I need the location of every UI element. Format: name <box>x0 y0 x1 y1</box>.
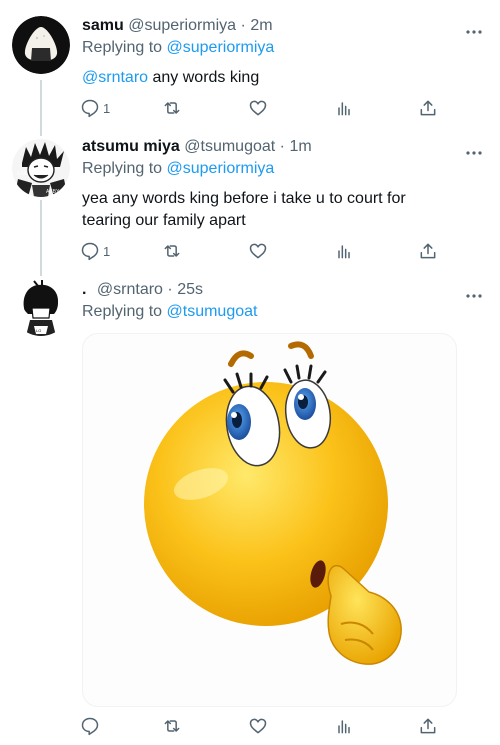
replying-to: Replying to @superiormiya <box>82 37 480 59</box>
reply-icon <box>81 99 99 118</box>
replying-to-link[interactable]: @superiormiya <box>167 39 275 56</box>
more-dots-icon <box>466 151 482 155</box>
more-options-button[interactable] <box>464 22 484 34</box>
handle[interactable]: @srntaro <box>97 281 163 298</box>
more-dots-icon <box>466 30 482 34</box>
retweet-button[interactable] <box>162 239 182 263</box>
more-options-button[interactable] <box>464 143 484 155</box>
share-icon <box>420 100 436 116</box>
like-button[interactable] <box>248 239 268 263</box>
more-options-button[interactable] <box>464 286 484 298</box>
replying-to: Replying to @superiormiya <box>82 158 480 180</box>
timestamp[interactable]: 2m <box>250 17 272 34</box>
like-button[interactable] <box>248 714 268 738</box>
reply-button[interactable]: 1 <box>80 96 110 120</box>
handle[interactable]: @tsumugoat <box>184 138 275 155</box>
svg-text:ESK: ESK <box>17 171 28 177</box>
replying-to-link[interactable]: @superiormiya <box>167 160 275 177</box>
reply-button[interactable]: 1 <box>80 239 110 263</box>
onigiri-avatar-icon <box>12 16 70 74</box>
manga-character-avatar-icon: ESK ASBY <box>12 139 70 197</box>
analytics-button[interactable] <box>334 239 354 263</box>
like-button[interactable] <box>248 96 268 120</box>
replying-prefix: Replying to <box>82 160 163 177</box>
replying-to-link[interactable]: @tsumugoat <box>167 303 258 320</box>
reply-icon <box>81 242 99 261</box>
display-name[interactable]: samu <box>82 17 124 34</box>
share-button[interactable] <box>418 96 438 120</box>
manga-character-avatar-icon: LG <box>12 278 70 336</box>
mention-link[interactable]: @srntaro <box>82 69 148 86</box>
handle[interactable]: @superiormiya <box>128 17 236 34</box>
tweet-media-image[interactable] <box>82 333 457 707</box>
analytics-button[interactable] <box>334 714 354 738</box>
thinking-emoji-icon <box>144 341 402 665</box>
tweet-text: yea any words king before i take u to co… <box>82 190 406 229</box>
display-name[interactable]: atsumu miya <box>82 138 180 155</box>
heart-icon <box>249 243 267 259</box>
retweet-icon <box>164 102 180 114</box>
tweet-text: @srntaro any words king <box>82 67 480 89</box>
separator-dot: · <box>167 281 173 298</box>
replying-prefix: Replying to <box>82 303 163 320</box>
more-dots-icon <box>466 294 482 298</box>
retweet-icon <box>164 720 180 732</box>
retweet-icon <box>164 245 180 257</box>
avatar[interactable]: ESK ASBY <box>12 139 70 197</box>
share-button[interactable] <box>418 239 438 263</box>
reply-count: 1 <box>103 100 111 116</box>
separator-dot: · <box>240 17 246 34</box>
retweet-button[interactable] <box>162 96 182 120</box>
display-name[interactable]: . <box>82 281 86 298</box>
avatar[interactable] <box>12 16 70 74</box>
analytics-icon <box>338 102 350 116</box>
replying-prefix: Replying to <box>82 39 163 56</box>
reply-button[interactable] <box>80 714 100 738</box>
avatar[interactable]: LG <box>12 278 70 336</box>
analytics-icon <box>338 720 350 734</box>
analytics-icon <box>338 245 350 259</box>
tweet[interactable]: samu @superiormiya · 2m Replying to @sup… <box>0 0 500 135</box>
svg-text:LG: LG <box>36 328 41 333</box>
timestamp[interactable]: 25s <box>177 281 203 298</box>
tweet[interactable]: ESK ASBY atsumu miya @tsumugoat · 1m Rep… <box>0 135 500 270</box>
share-icon <box>420 243 436 259</box>
heart-icon <box>249 718 267 734</box>
reply-icon <box>81 717 99 736</box>
heart-icon <box>249 100 267 116</box>
tweet-text-body: any words king <box>148 69 260 86</box>
analytics-button[interactable] <box>334 96 354 120</box>
share-icon <box>420 718 436 734</box>
reply-count: 1 <box>103 243 111 259</box>
separator-dot: · <box>279 138 285 155</box>
retweet-button[interactable] <box>162 714 182 738</box>
svg-text:ASBY: ASBY <box>46 189 60 195</box>
replying-to: Replying to @tsumugoat <box>82 301 480 323</box>
timestamp[interactable]: 1m <box>289 138 311 155</box>
share-button[interactable] <box>418 714 438 738</box>
